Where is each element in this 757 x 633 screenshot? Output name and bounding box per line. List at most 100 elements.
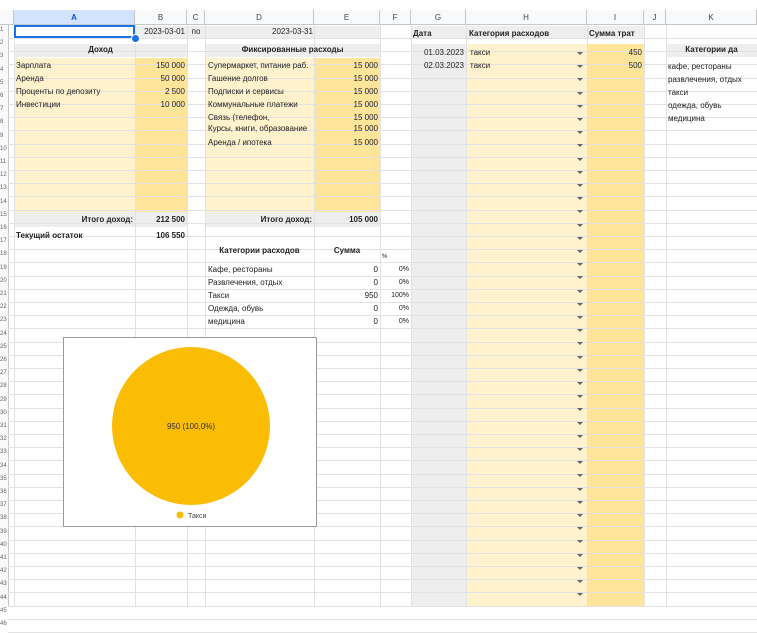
- fixed-item-value[interactable]: 15 000: [314, 123, 378, 135]
- column-header-g[interactable]: G: [411, 10, 466, 25]
- category-list-item[interactable]: такси: [668, 87, 688, 99]
- summary-row-sum[interactable]: 0: [314, 303, 378, 315]
- income-item-label[interactable]: Инвестиции: [16, 99, 60, 111]
- log-row-date[interactable]: 02.03.2023: [411, 60, 464, 72]
- chevron-down-icon[interactable]: [577, 316, 583, 319]
- chevron-down-icon[interactable]: [577, 554, 583, 557]
- column-header-e[interactable]: E: [314, 10, 380, 25]
- chevron-down-icon[interactable]: [577, 105, 583, 108]
- summary-row-sum[interactable]: 0: [314, 316, 378, 328]
- income-item-label[interactable]: Проценты по депозиту: [16, 86, 100, 98]
- row-number[interactable]: 23: [0, 317, 8, 323]
- row-number[interactable]: 4: [0, 67, 8, 73]
- summary-category-header[interactable]: Категории расходов: [205, 245, 314, 257]
- chevron-down-icon[interactable]: [577, 171, 583, 174]
- chevron-down-icon[interactable]: [577, 52, 583, 55]
- row-number[interactable]: 7: [0, 106, 8, 112]
- row-number[interactable]: 12: [0, 172, 8, 178]
- chevron-down-icon[interactable]: [577, 408, 583, 411]
- chevron-down-icon[interactable]: [577, 527, 583, 530]
- pie-chart[interactable]: 950 (100,0%) Такси: [63, 337, 317, 527]
- row-number[interactable]: 41: [0, 555, 8, 561]
- fixed-item-label[interactable]: Супермаркет, питание раб.: [208, 60, 309, 72]
- income-item-label[interactable]: Зарплата: [16, 60, 51, 72]
- summary-sum-header[interactable]: Сумма: [314, 245, 380, 257]
- chevron-down-icon[interactable]: [577, 237, 583, 240]
- row-number[interactable]: 3: [0, 53, 8, 59]
- row-number[interactable]: 20: [0, 278, 8, 284]
- chevron-down-icon[interactable]: [577, 580, 583, 583]
- income-total-label[interactable]: Итого доход:: [14, 214, 133, 226]
- summary-row-label[interactable]: Такси: [208, 290, 229, 302]
- fixed-item-label[interactable]: Гашение долгов: [208, 73, 268, 85]
- row-number[interactable]: 40: [0, 542, 8, 548]
- chevron-down-icon[interactable]: [577, 263, 583, 266]
- row-number[interactable]: 13: [0, 185, 8, 191]
- fixed-item-value[interactable]: 15 000: [314, 137, 378, 149]
- summary-row-label[interactable]: Кафе, рестораны: [208, 264, 273, 276]
- summary-pct-header[interactable]: %: [382, 251, 387, 263]
- chevron-down-icon[interactable]: [577, 540, 583, 543]
- chevron-down-icon[interactable]: [577, 501, 583, 504]
- period-to[interactable]: 2023-03-31: [205, 26, 380, 38]
- chevron-down-icon[interactable]: [577, 65, 583, 68]
- row-number[interactable]: 9: [0, 133, 8, 139]
- row-number[interactable]: 11: [0, 159, 8, 165]
- log-row-sum[interactable]: 500: [587, 60, 642, 72]
- row-number[interactable]: 21: [0, 291, 8, 297]
- row-number[interactable]: 34: [0, 463, 8, 469]
- fixed-item-value[interactable]: 15 000: [314, 60, 378, 72]
- row-number[interactable]: 25: [0, 344, 8, 350]
- column-header-b[interactable]: B: [135, 10, 187, 25]
- row-number[interactable]: 46: [0, 621, 8, 627]
- row-number[interactable]: 28: [0, 383, 8, 389]
- chevron-down-icon[interactable]: [577, 92, 583, 95]
- log-row-date[interactable]: 01.03.2023: [411, 47, 464, 59]
- row-number[interactable]: 5: [0, 80, 8, 86]
- period-separator[interactable]: по: [187, 26, 205, 38]
- row-number[interactable]: 22: [0, 304, 8, 310]
- log-date-header[interactable]: Дата: [413, 28, 432, 40]
- summary-row-pct[interactable]: 0%: [380, 264, 409, 276]
- chevron-down-icon[interactable]: [577, 593, 583, 596]
- row-number[interactable]: 6: [0, 93, 8, 99]
- chevron-down-icon[interactable]: [577, 422, 583, 425]
- chevron-down-icon[interactable]: [577, 224, 583, 227]
- column-header-h[interactable]: H: [466, 10, 587, 25]
- fixed-item-label[interactable]: Подписки и сервисы: [208, 86, 284, 98]
- row-number[interactable]: 2: [0, 40, 8, 46]
- row-number[interactable]: 35: [0, 476, 8, 482]
- chevron-down-icon[interactable]: [577, 118, 583, 121]
- column-header-j[interactable]: J: [644, 10, 666, 25]
- column-header-a[interactable]: A: [14, 10, 135, 25]
- chevron-down-icon[interactable]: [577, 158, 583, 161]
- row-number[interactable]: 31: [0, 423, 8, 429]
- row-number[interactable]: 39: [0, 529, 8, 535]
- category-list-item[interactable]: медицина: [668, 113, 705, 125]
- fixed-item-label[interactable]: Аренда / ипотека: [208, 137, 272, 149]
- chevron-down-icon[interactable]: [577, 276, 583, 279]
- chevron-down-icon[interactable]: [577, 369, 583, 372]
- chevron-down-icon[interactable]: [577, 448, 583, 451]
- column-header-k[interactable]: K: [666, 10, 757, 25]
- income-item-label[interactable]: Аренда: [16, 73, 44, 85]
- row-number[interactable]: 37: [0, 502, 8, 508]
- chevron-down-icon[interactable]: [577, 514, 583, 517]
- fixed-item-value[interactable]: 15 000: [314, 73, 378, 85]
- chevron-down-icon[interactable]: [577, 567, 583, 570]
- chevron-down-icon[interactable]: [577, 461, 583, 464]
- column-header-i[interactable]: I: [587, 10, 644, 25]
- chevron-down-icon[interactable]: [577, 382, 583, 385]
- fixed-item-label[interactable]: Коммунальные платежи: [208, 99, 298, 111]
- row-number[interactable]: 1: [0, 27, 8, 33]
- income-item-value[interactable]: 10 000: [135, 99, 185, 111]
- chevron-down-icon[interactable]: [577, 250, 583, 253]
- chevron-down-icon[interactable]: [577, 435, 583, 438]
- row-number[interactable]: 29: [0, 397, 8, 403]
- log-row-category[interactable]: такси: [470, 47, 490, 59]
- log-category-header[interactable]: Категория расходов: [469, 28, 549, 40]
- row-number[interactable]: 24: [0, 331, 8, 337]
- row-number[interactable]: 30: [0, 410, 8, 416]
- row-number[interactable]: 26: [0, 357, 8, 363]
- chevron-down-icon[interactable]: [577, 131, 583, 134]
